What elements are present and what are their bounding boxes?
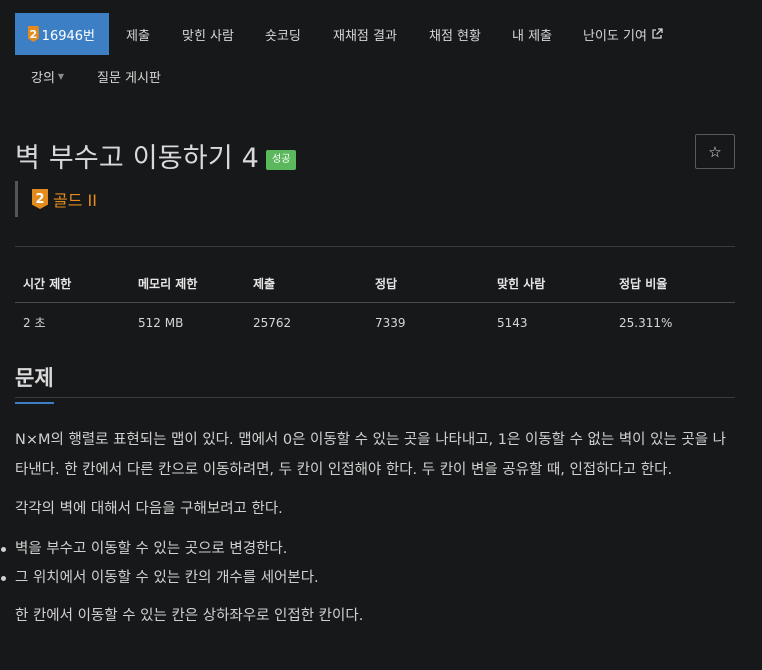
tab-rejudge-results[interactable]: 재채점 결과	[333, 13, 397, 55]
header-accept-ratio: 정답 비율	[619, 276, 668, 291]
description-paragraph: 한 칸에서 이동할 수 있는 칸은 상하좌우로 인접한 칸이다.	[15, 607, 364, 624]
accept-ratio-value: 25.311%	[619, 315, 673, 330]
list-item: 그 위치에서 이동할 수 있는 칸의 개수를 세어본다.	[1, 564, 735, 594]
section-divider	[15, 397, 735, 398]
tier-block: 2 골드 II	[15, 181, 97, 217]
problem-description: N×M의 행렬로 표현되는 맵이 있다. 맵에서 0은 이동할 수 있는 곳을 …	[1, 426, 735, 641]
header-memory-limit: 메모리 제한	[138, 276, 198, 291]
tab-label: 강의	[31, 70, 55, 86]
gold-tier-icon: 2	[28, 26, 39, 42]
submissions-value: 25762	[253, 315, 292, 330]
gold-tier-icon: 2	[32, 189, 48, 209]
tab-short-coding[interactable]: 숏코딩	[265, 13, 301, 55]
time-limit-value: 2 초	[23, 316, 46, 330]
favorite-star-button[interactable]: ☆	[695, 134, 735, 169]
status-badge: 성공	[266, 149, 297, 170]
tab-problem-number[interactable]: 2 16946번	[15, 13, 109, 55]
external-link-icon	[652, 28, 663, 39]
header-time-limit: 시간 제한	[23, 276, 72, 291]
description-paragraph: 각각의 벽에 대해서 다음을 구해보려고 한다.	[15, 501, 283, 517]
problem-info-table: 시간 제한 메모리 제한 제출 정답 맞힌 사람 정답 비율 2 초 512 M…	[15, 264, 735, 342]
divider	[15, 246, 735, 247]
header-solved-users: 맞힌 사람	[497, 276, 546, 291]
star-icon: ☆	[708, 142, 722, 161]
tab-lectures[interactable]: 강의 ▼	[31, 55, 64, 97]
tab-label: 난이도 기여	[583, 28, 647, 44]
header-accepted: 정답	[375, 276, 398, 291]
description-paragraph: N×M의 행렬로 표현되는 맵이 있다. 맵에서 0은 이동할 수 있는 곳을 …	[15, 432, 727, 478]
tab-label: 16946번	[41, 28, 95, 44]
tab-status[interactable]: 채점 현황	[429, 13, 481, 55]
tab-question-board[interactable]: 질문 게시판	[97, 55, 161, 97]
accepted-value: 7339	[375, 315, 406, 330]
header-submissions: 제출	[253, 276, 276, 291]
problem-title-row: 벽 부수고 이동하기 4 성공	[15, 136, 297, 175]
problem-title: 벽 부수고 이동하기 4	[15, 143, 260, 174]
tab-my-submissions[interactable]: 내 제출	[512, 13, 552, 55]
caret-down-icon: ▼	[57, 71, 65, 81]
list-item: 벽을 부수고 이동할 수 있는 곳으로 변경한다.	[1, 535, 735, 565]
tab-accepted-users[interactable]: 맞힌 사람	[182, 13, 234, 55]
tab-difficulty-contribution[interactable]: 난이도 기여	[583, 13, 663, 55]
problem-nav: 2 16946번 제출 맞힌 사람 숏코딩 재채점 결과 채점 현황 내 제출 …	[15, 13, 762, 97]
memory-limit-value: 512 MB	[138, 315, 184, 330]
tier-label[interactable]: 골드 II	[53, 187, 97, 211]
tab-submit[interactable]: 제출	[126, 13, 150, 55]
table-header-row: 시간 제한 메모리 제한 제출 정답 맞힌 사람 정답 비율	[15, 264, 735, 303]
bullet-list: 벽을 부수고 이동할 수 있는 곳으로 변경한다. 그 위치에서 이동할 수 있…	[1, 535, 735, 594]
solved-users-value: 5143	[497, 315, 528, 330]
table-row: 2 초 512 MB 25762 7339 5143 25.311%	[15, 303, 735, 342]
